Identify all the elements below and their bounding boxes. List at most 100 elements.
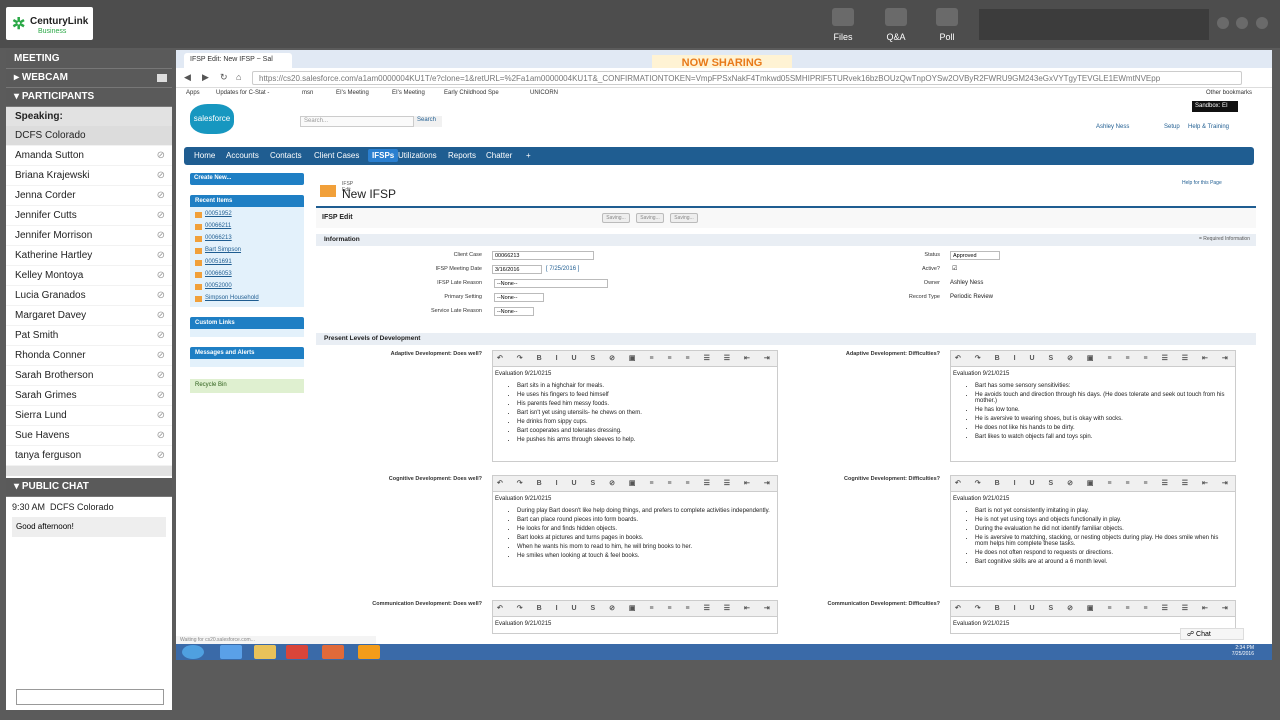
recent-item[interactable]: 00051952 [195, 209, 299, 221]
chat-input[interactable] [16, 689, 164, 705]
cognitive-well-editor[interactable]: ↶ ↷ B I U S ⊘ ▣ ≡ ≡ ≡ ☰ ☰ ⇤ ⇥ Evaluation … [492, 475, 778, 587]
editor-toolbar[interactable]: ↶ ↷ B I U S ⊘ ▣ ≡ ≡ ≡ ☰ ☰ ⇤ ⇥ [493, 351, 777, 367]
participant-item[interactable]: Rhonda Conner ⊘ [6, 346, 172, 366]
tab-add[interactable]: + [526, 151, 531, 160]
mic-muted-icon[interactable]: ⊘ [157, 370, 165, 381]
participant-item[interactable]: Sarah Grimes ⊘ [6, 386, 172, 406]
url-input[interactable]: https://cs20.salesforce.com/a1am0000004K… [252, 71, 1242, 85]
reload-icon[interactable]: ↻ [220, 72, 228, 83]
adaptive-diff-editor[interactable]: ↶ ↷ B I U S ⊘ ▣ ≡ ≡ ≡ ☰ ☰ ⇤ ⇥ Evaluation … [950, 350, 1236, 462]
tab-chatter[interactable]: Chatter [486, 151, 512, 160]
tab-ifsps[interactable]: IFSPs [368, 149, 399, 162]
mic-muted-icon[interactable]: ⊘ [157, 430, 165, 441]
poll-button[interactable]: Poll [922, 8, 972, 42]
other-bookmarks[interactable]: Other bookmarks [1206, 90, 1252, 96]
files-button[interactable]: Files [818, 8, 868, 42]
public-chat-header[interactable]: ▾ PUBLIC CHAT [6, 478, 172, 497]
participant-item[interactable]: Sierra Lund ⊘ [6, 406, 172, 426]
mic-muted-icon[interactable]: ⊘ [157, 290, 165, 301]
home-icon[interactable]: ⌂ [236, 72, 241, 82]
powerpoint-icon[interactable] [322, 645, 344, 659]
qa-button[interactable]: Q&A [871, 8, 921, 42]
tab-utilizations[interactable]: Utilizations [398, 151, 437, 160]
ie-icon[interactable] [220, 645, 242, 659]
participant-item[interactable]: Kelley Montoya ⊘ [6, 266, 172, 286]
participant-item[interactable]: tanya ferguson ⊘ [6, 446, 172, 466]
participant-item[interactable]: DCFS Colorado [6, 126, 172, 146]
create-new-dropdown[interactable]: Create New... [190, 173, 304, 185]
bookmark-item[interactable]: Updates for C-Stat - [216, 90, 269, 96]
forward-icon[interactable]: ▶ [202, 72, 209, 83]
mic-muted-icon[interactable]: ⊘ [157, 330, 165, 341]
close-icon[interactable] [1256, 17, 1268, 29]
recent-item[interactable]: 00066211 [195, 221, 299, 233]
meeting-header[interactable]: MEETING [6, 50, 172, 69]
recent-item[interactable]: 00051691 [195, 257, 299, 269]
camera-icon[interactable] [157, 74, 167, 82]
user-menu[interactable]: Ashley Ness [1096, 124, 1129, 130]
primary-setting-select[interactable]: --None-- [494, 293, 544, 302]
explorer-icon[interactable] [254, 645, 276, 659]
cognitive-diff-editor[interactable]: ↶ ↷ B I U S ⊘ ▣ ≡ ≡ ≡ ☰ ☰ ⇤ ⇥ Evaluation … [950, 475, 1236, 587]
tab-home[interactable]: Home [194, 151, 215, 160]
participant-item[interactable]: Amanda Sutton ⊘ [6, 146, 172, 166]
service-late-select[interactable]: --None-- [494, 307, 534, 316]
participant-item[interactable]: Jennifer Morrison ⊘ [6, 226, 172, 246]
participant-item[interactable]: Sarah Brotherson ⊘ [6, 366, 172, 386]
bookmark-item[interactable]: EI's Meeting [336, 90, 369, 96]
bookmark-item[interactable]: UNICORN [530, 90, 558, 96]
participant-item[interactable]: Briana Krajewski ⊘ [6, 166, 172, 186]
sf-search-button[interactable]: Search [414, 116, 442, 127]
bookmark-item[interactable]: Early Childhood Spe [444, 90, 499, 96]
saving-button[interactable]: Saving... [670, 213, 698, 223]
editor-toolbar[interactable]: ↶ ↷ B I U S ⊘ ▣ ≡ ≡ ≡ ☰ ☰ ⇤ ⇥ [951, 476, 1235, 492]
mic-muted-icon[interactable]: ⊘ [157, 210, 165, 221]
recycle-bin-link[interactable]: Recycle Bin [190, 379, 304, 393]
participant-item[interactable]: Pat Smith ⊘ [6, 326, 172, 346]
participant-item[interactable]: Margaret Davey ⊘ [6, 306, 172, 326]
meeting-app-icon[interactable] [358, 645, 380, 659]
participant-item[interactable]: Lucia Granados ⊘ [6, 286, 172, 306]
participant-item[interactable]: Jennifer Cutts ⊘ [6, 206, 172, 226]
mic-muted-icon[interactable]: ⊘ [157, 190, 165, 201]
editor-toolbar[interactable]: ↶ ↷ B I U S ⊘ ▣ ≡ ≡ ≡ ☰ ☰ ⇤ ⇥ [951, 351, 1235, 367]
tab-contacts[interactable]: Contacts [270, 151, 302, 160]
saving-button[interactable]: Saving... [636, 213, 664, 223]
participants-header[interactable]: ▾ PARTICIPANTS [6, 88, 172, 107]
tab-client-cases[interactable]: Client Cases [314, 151, 359, 160]
participant-item[interactable]: Katherine Hartley ⊘ [6, 246, 172, 266]
mic-muted-icon[interactable]: ⊘ [157, 230, 165, 241]
bookmark-item[interactable]: msn [302, 90, 313, 96]
adaptive-well-editor[interactable]: ↶ ↷ B I U S ⊘ ▣ ≡ ≡ ≡ ☰ ☰ ⇤ ⇥ Evaluation … [492, 350, 778, 462]
help-training-link[interactable]: Help & Training [1188, 124, 1229, 130]
editor-toolbar[interactable]: ↶ ↷ B I U S ⊘ ▣ ≡ ≡ ≡ ☰ ☰ ⇤ ⇥ [493, 601, 777, 617]
active-checkbox[interactable]: ☑ [952, 265, 957, 272]
mic-muted-icon[interactable]: ⊘ [157, 150, 165, 161]
start-button-icon[interactable] [182, 645, 204, 659]
participant-item[interactable]: Jenna Corder ⊘ [6, 186, 172, 206]
mic-muted-icon[interactable]: ⊘ [157, 170, 165, 181]
mic-muted-icon[interactable]: ⊘ [157, 450, 165, 461]
mic-muted-icon[interactable]: ⊘ [157, 410, 165, 421]
minimize-icon[interactable] [1217, 17, 1229, 29]
tab-reports[interactable]: Reports [448, 151, 476, 160]
sf-search-input[interactable]: Search... [300, 116, 414, 127]
chat-button[interactable]: ☍ Chat [1180, 628, 1244, 640]
participant-item[interactable]: Sue Havens ⊘ [6, 426, 172, 446]
chrome-icon[interactable] [286, 645, 308, 659]
recent-item[interactable]: 00066053 [195, 269, 299, 281]
recent-item[interactable]: Bart Simpson [195, 245, 299, 257]
recent-item[interactable]: 00066213 [195, 233, 299, 245]
recent-item[interactable]: 00052000 [195, 281, 299, 293]
editor-toolbar[interactable]: ↶ ↷ B I U S ⊘ ▣ ≡ ≡ ≡ ☰ ☰ ⇤ ⇥ [951, 601, 1235, 617]
bookmark-item[interactable]: EI's Meeting [392, 90, 425, 96]
browser-tab[interactable]: IFSP Edit: New IFSP ~ Sal [184, 53, 292, 68]
setup-link[interactable]: Setup [1164, 124, 1180, 130]
mic-muted-icon[interactable]: ⊘ [157, 310, 165, 321]
saving-button[interactable]: Saving... [602, 213, 630, 223]
tab-accounts[interactable]: Accounts [226, 151, 259, 160]
bookmark-item[interactable]: Apps [186, 90, 200, 96]
mic-muted-icon[interactable]: ⊘ [157, 270, 165, 281]
status-select[interactable]: Approved [950, 251, 1000, 260]
mic-muted-icon[interactable]: ⊘ [157, 250, 165, 261]
